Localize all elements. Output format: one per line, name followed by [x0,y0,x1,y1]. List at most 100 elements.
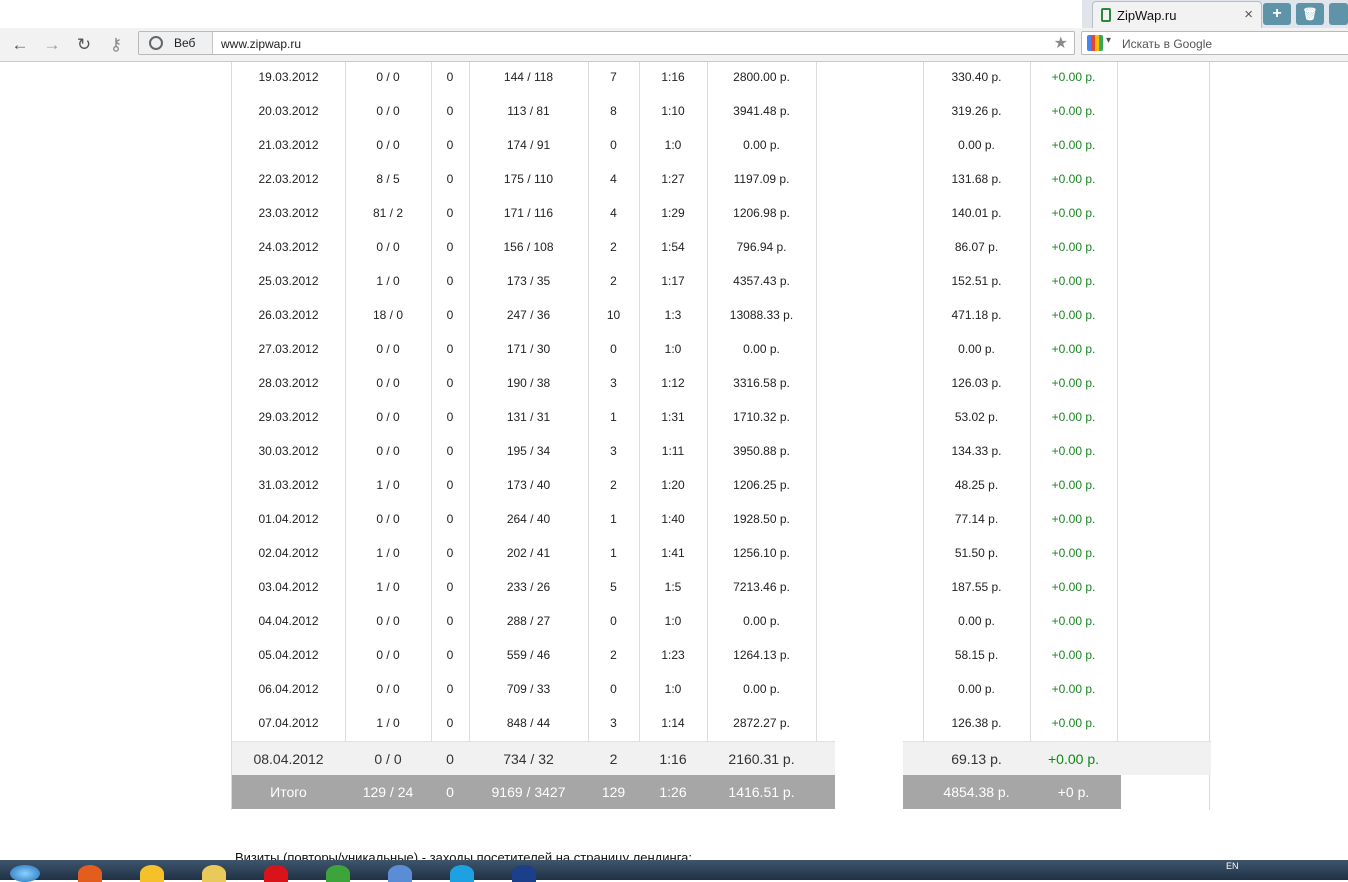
table-cell: 3316.58 р. [733,376,790,390]
table-cell: 8 / 5 [376,172,400,186]
table-cell: 0 [446,138,454,152]
table-row: 29.03.2012 0 / 0 0 131 / 31 1 1:31 1710.32 р. 5… [232,402,1211,436]
table-row: 22.03.2012 8 / 5 0 175 / 110 4 1:27 1197.09 р.… [232,164,1211,198]
table-cell: 171 / 116 [503,206,554,220]
table-cell: 734 / 32 [503,751,554,767]
table-cell: 0 / 0 [376,410,400,424]
table-cell: 129 [601,784,626,800]
table-row: 01.04.2012 0 / 0 0 264 / 40 1 1:40 1928.50 р. 7… [232,504,1211,538]
address-mode-button[interactable]: Веб [139,32,213,54]
language-indicator[interactable]: EN [1226,861,1239,871]
table-cell: 5 [610,580,617,594]
table-cell [816,538,923,572]
table-cell [816,504,923,538]
table-cell: 140.01 р. [951,206,1002,220]
address-bar[interactable]: Веб www.zipwap.ru ★ [138,31,1075,55]
start-button[interactable] [0,862,48,882]
table-cell: 1:12 [661,376,685,390]
table-cell: 156 / 108 [503,240,554,254]
table-row: 07.04.2012 1 / 0 0 848 / 44 3 1:14 2872.27 р. 1… [232,708,1211,742]
table-row: 03.04.2012 1 / 0 0 233 / 26 5 1:5 7213.46 р. 18… [232,572,1211,606]
table-cell: 3 [610,716,617,730]
taskbar-app-icon[interactable] [434,862,490,882]
table-cell: 0 [446,614,454,628]
table-cell: 0 [446,478,454,492]
taskbar-app-icon[interactable] [372,862,428,882]
table-row: 24.03.2012 0 / 0 0 156 / 108 2 1:54 796.94 р. 8… [232,232,1211,266]
close-icon[interactable]: × [1244,6,1253,23]
table-cell: 28.03.2012 [258,376,319,390]
taskbar-app-icon[interactable] [62,862,118,882]
new-tab-button[interactable]: + [1263,3,1291,25]
table-cell: +0.00 р. [1051,512,1096,526]
table-cell: 86.07 р. [954,240,999,254]
table-cell: 8 [610,104,617,118]
table-cell: 0 / 0 [376,444,400,458]
table-cell: 1:29 [661,206,685,220]
table-cell: +0.00 р. [1051,376,1096,390]
table-cell: 04.04.2012 [258,614,319,628]
table-row: 31.03.2012 1 / 0 0 173 / 40 2 1:20 1206.25 р. 4… [232,470,1211,504]
table-cell: +0.00 р. [1051,478,1096,492]
key-icon[interactable]: ⚷ [104,33,128,57]
table-cell: 4357.43 р. [733,274,790,288]
table-cell: 0.00 р. [958,342,995,356]
table-cell: 13088.33 р. [729,308,794,322]
table-cell: 0 [446,784,454,800]
table-cell: 796.94 р. [736,240,787,254]
back-arrow-icon[interactable]: ← [8,33,32,57]
table-cell: 0 / 0 [376,614,400,628]
table-cell: 1 [610,546,617,560]
table-cell: 330.40 р. [951,70,1002,84]
trash-icon[interactable]: 🗑 [1296,3,1324,25]
table-cell: +0.00 р. [1051,172,1096,186]
table-cell: 0 [446,580,454,594]
table-cell [816,334,923,368]
table-cell: 0.00 р. [958,682,995,696]
table-cell: 19.03.2012 [258,70,319,84]
table-cell: 01.04.2012 [258,512,319,526]
table-cell: 2800.00 р. [733,70,790,84]
search-input[interactable]: Искать в Google [1122,37,1212,51]
forward-arrow-icon[interactable]: → [40,33,64,57]
table-cell: 69.13 р. [951,751,1002,767]
taskbar-app-icon[interactable] [186,862,242,882]
taskbar-app-icon[interactable] [124,862,180,882]
taskbar-app-icon[interactable] [310,862,366,882]
table-cell: 0 [446,410,454,424]
table-cell: 0 [446,444,454,458]
table-cell: 18 / 0 [372,308,404,322]
star-icon[interactable]: ★ [1054,33,1068,53]
table-cell: +0.00 р. [1051,308,1096,322]
window-button[interactable] [1329,3,1348,25]
table-cell: 2 [610,240,617,254]
table-cell: +0.00 р. [1051,206,1096,220]
table-cell: 1:10 [661,104,685,118]
table-cell [816,708,923,742]
taskbar-app-icon[interactable] [248,862,304,882]
table-cell: +0.00 р. [1051,274,1096,288]
table-cell: +0.00 р. [1051,444,1096,458]
address-mode-label: Веб [174,36,196,50]
table-cell: 0 [610,614,617,628]
tab-zipwap[interactable]: ZipWap.ru × [1092,1,1262,28]
table-cell: 27.03.2012 [258,342,319,356]
reload-icon[interactable]: ↻ [72,33,96,57]
table-cell: 0.00 р. [743,342,780,356]
taskbar-app-icon[interactable] [496,862,552,882]
table-cell: 1206.25 р. [733,478,790,492]
table-cell: 131 / 31 [506,410,551,424]
url-text[interactable]: www.zipwap.ru [221,37,301,51]
table-cell: 24.03.2012 [258,240,319,254]
chevron-down-icon[interactable]: ▾ [1106,35,1111,46]
table-cell: 190 / 38 [506,376,551,390]
table-cell: 0 [446,546,454,560]
table-row: 20.03.2012 0 / 0 0 113 / 81 8 1:10 3941.48 р. 3… [232,96,1211,130]
google-icon[interactable] [1087,35,1103,51]
table-cell: 05.04.2012 [258,648,319,662]
table-row: 21.03.2012 0 / 0 0 174 / 91 0 1:0 0.00 р. 0.00 … [232,130,1211,164]
table-cell: 2 [610,274,617,288]
search-box[interactable]: ▾ Искать в Google [1081,31,1348,55]
table-row-current: 08.04.2012 0 / 0 0 734 / 32 2 1:16 2160.31 р. 6… [232,741,1211,775]
phone-icon [1101,8,1111,22]
